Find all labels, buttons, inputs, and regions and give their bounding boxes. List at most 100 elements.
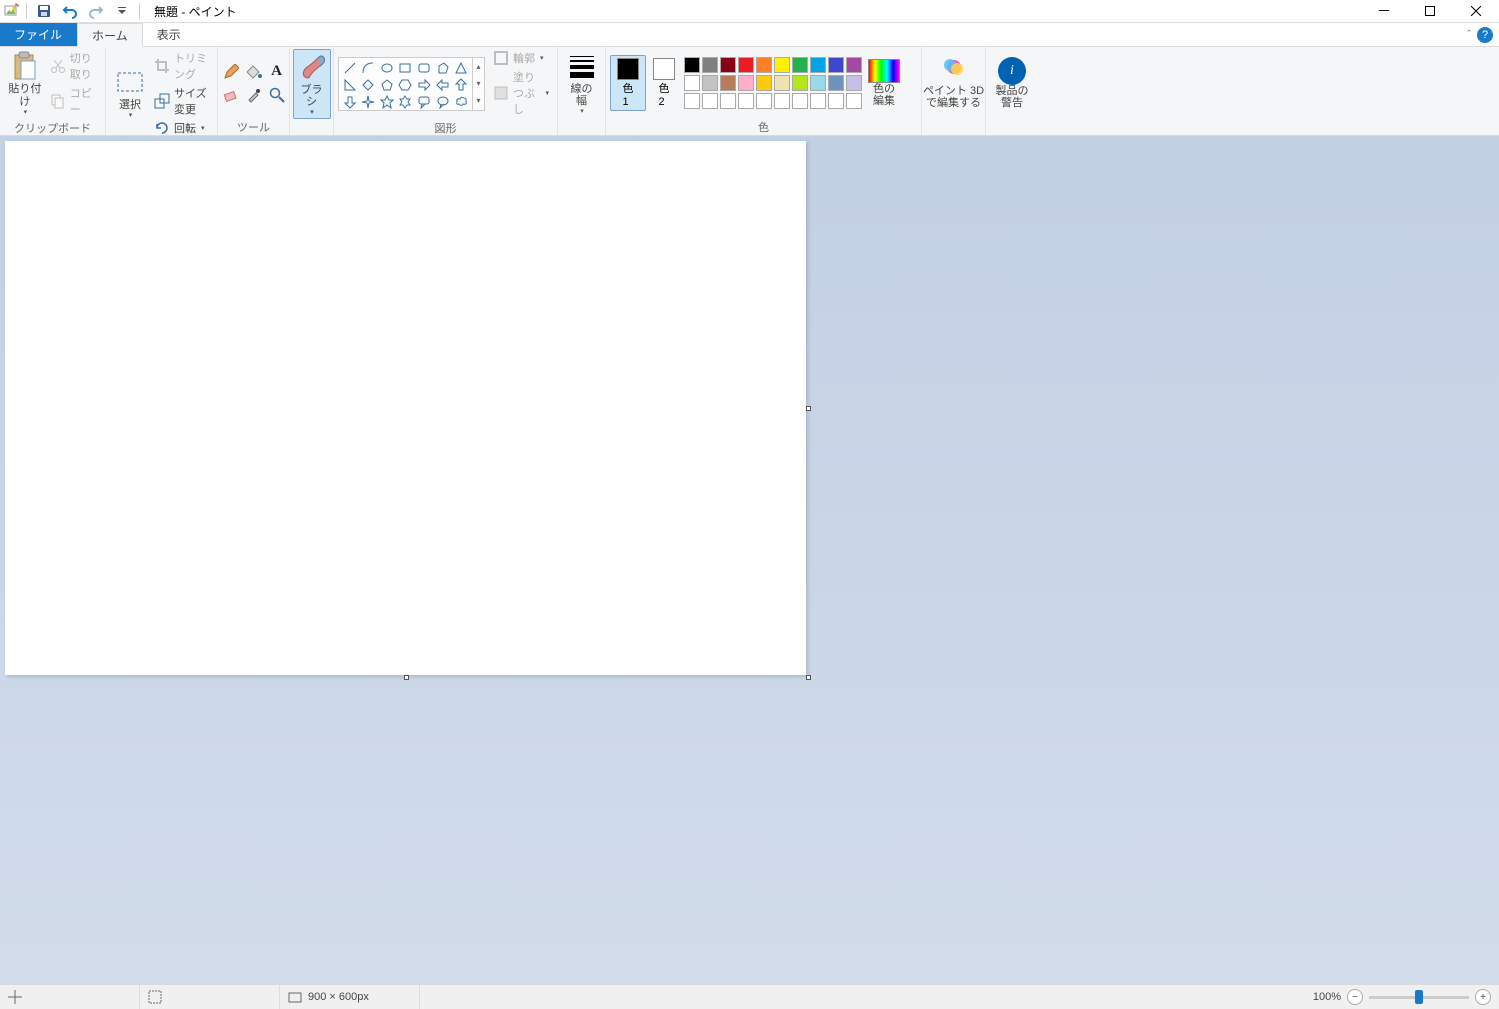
text-tool[interactable]: A <box>266 61 288 83</box>
palette-custom-slot[interactable] <box>738 93 754 109</box>
shapes-gallery[interactable] <box>338 57 473 111</box>
shape-arrow-left[interactable] <box>434 77 452 93</box>
resize-handle-right[interactable] <box>806 406 811 411</box>
cut-button[interactable]: 切り取り <box>46 49 101 83</box>
shape-polygon[interactable] <box>434 60 452 76</box>
palette-color[interactable] <box>810 57 826 73</box>
shape-star4[interactable] <box>360 94 378 110</box>
workspace[interactable] <box>0 136 1499 984</box>
palette-custom-slot[interactable] <box>846 93 862 109</box>
select-button[interactable]: 選択 ▾ <box>110 65 150 121</box>
shape-arrow-right[interactable] <box>415 77 433 93</box>
shape-star6[interactable] <box>397 94 415 110</box>
edit-colors-button[interactable]: 色の 編集 <box>864 57 904 109</box>
palette-color[interactable] <box>828 57 844 73</box>
resize-handle-corner[interactable] <box>806 675 811 680</box>
shape-callout-cloud[interactable] <box>452 94 470 110</box>
pencil-tool[interactable] <box>220 61 242 83</box>
shape-callout-oval[interactable] <box>434 94 452 110</box>
close-button[interactable] <box>1453 0 1499 23</box>
palette-color[interactable] <box>810 75 826 91</box>
palette-custom-slot[interactable] <box>774 93 790 109</box>
canvas[interactable] <box>5 141 806 675</box>
title-bar: 無題 - ペイント <box>0 0 1499 23</box>
fill-button[interactable]: 塗りつぶし▾ <box>489 68 553 118</box>
palette-color[interactable] <box>846 75 862 91</box>
palette-custom-slot[interactable] <box>828 93 844 109</box>
palette-color[interactable] <box>792 75 808 91</box>
palette-color[interactable] <box>846 57 862 73</box>
scissors-icon <box>50 58 66 74</box>
maximize-button[interactable] <box>1407 0 1453 23</box>
undo-icon[interactable] <box>59 0 81 22</box>
group-label-brushes <box>290 121 333 135</box>
palette-color[interactable] <box>756 75 772 91</box>
zoom-in-button[interactable]: + <box>1475 989 1491 1005</box>
palette-color[interactable] <box>720 75 736 91</box>
shape-oval[interactable] <box>378 60 396 76</box>
tab-view[interactable]: 表示 <box>143 23 196 46</box>
outline-button[interactable]: 輪郭▾ <box>489 49 553 67</box>
picker-tool[interactable] <box>243 84 265 106</box>
group-label-clipboard: クリップボード <box>0 120 105 136</box>
eraser-tool[interactable] <box>220 84 242 106</box>
shape-diamond[interactable] <box>360 77 378 93</box>
palette-color[interactable] <box>738 57 754 73</box>
magnifier-tool[interactable] <box>266 84 288 106</box>
shape-pentagon[interactable] <box>378 77 396 93</box>
shape-arrow-down[interactable] <box>341 94 359 110</box>
palette-custom-slot[interactable] <box>792 93 808 109</box>
minimize-button[interactable] <box>1361 0 1407 23</box>
redo-icon[interactable] <box>85 0 107 22</box>
crop-button[interactable]: トリミング <box>150 49 213 83</box>
shapes-gallery-scroller[interactable]: ▴▾▾ <box>473 57 485 111</box>
copy-button[interactable]: コピー <box>46 84 101 118</box>
brushes-button[interactable]: ブラシ ▾ <box>293 49 331 119</box>
palette-custom-slot[interactable] <box>702 93 718 109</box>
rotate-button[interactable]: 回転 ▾ <box>150 119 213 137</box>
shape-arrow-up[interactable] <box>452 77 470 93</box>
resize-button[interactable]: サイズ変更 <box>150 84 213 118</box>
qat-customize-icon[interactable] <box>111 0 133 22</box>
shape-rect[interactable] <box>397 60 415 76</box>
palette-custom-slot[interactable] <box>810 93 826 109</box>
resize-icon <box>154 93 170 109</box>
palette-color[interactable] <box>738 75 754 91</box>
shape-triangle[interactable] <box>452 60 470 76</box>
tab-home[interactable]: ホーム <box>77 23 143 47</box>
palette-custom-slot[interactable] <box>756 93 772 109</box>
paint3d-button[interactable]: ペイント 3D で編集する <box>919 55 988 111</box>
shape-rtriangle[interactable] <box>341 77 359 93</box>
palette-color[interactable] <box>774 57 790 73</box>
palette-color[interactable] <box>828 75 844 91</box>
shape-callout-rect[interactable] <box>415 94 433 110</box>
palette-custom-slot[interactable] <box>684 93 700 109</box>
fill-tool[interactable] <box>243 61 265 83</box>
palette-color[interactable] <box>720 57 736 73</box>
tab-file[interactable]: ファイル <box>0 23 77 46</box>
color1-button[interactable]: 色 1 <box>610 55 646 111</box>
palette-color[interactable] <box>774 75 790 91</box>
palette-color[interactable] <box>792 57 808 73</box>
shape-hexagon[interactable] <box>397 77 415 93</box>
shape-roundrect[interactable] <box>415 60 433 76</box>
collapse-ribbon-icon[interactable]: ˆ <box>1467 29 1471 41</box>
help-icon[interactable]: ? <box>1477 27 1493 43</box>
product-alerts-button[interactable]: i 製品の 警告 <box>992 55 1033 111</box>
palette-color[interactable] <box>756 57 772 73</box>
color2-button[interactable]: 色 2 <box>646 56 682 110</box>
zoom-out-button[interactable]: − <box>1347 989 1363 1005</box>
palette-color[interactable] <box>684 57 700 73</box>
shape-star5[interactable] <box>378 94 396 110</box>
paste-button[interactable]: 貼り付け ▾ <box>4 49 46 117</box>
palette-color[interactable] <box>702 75 718 91</box>
shape-line[interactable] <box>341 60 359 76</box>
palette-color[interactable] <box>702 57 718 73</box>
save-icon[interactable] <box>33 0 55 22</box>
resize-handle-bottom[interactable] <box>404 675 409 680</box>
palette-custom-slot[interactable] <box>720 93 736 109</box>
stroke-width-button[interactable]: 線の幅 ▾ <box>562 49 602 117</box>
zoom-slider[interactable] <box>1369 996 1469 999</box>
shape-curve[interactable] <box>360 60 378 76</box>
palette-color[interactable] <box>684 75 700 91</box>
